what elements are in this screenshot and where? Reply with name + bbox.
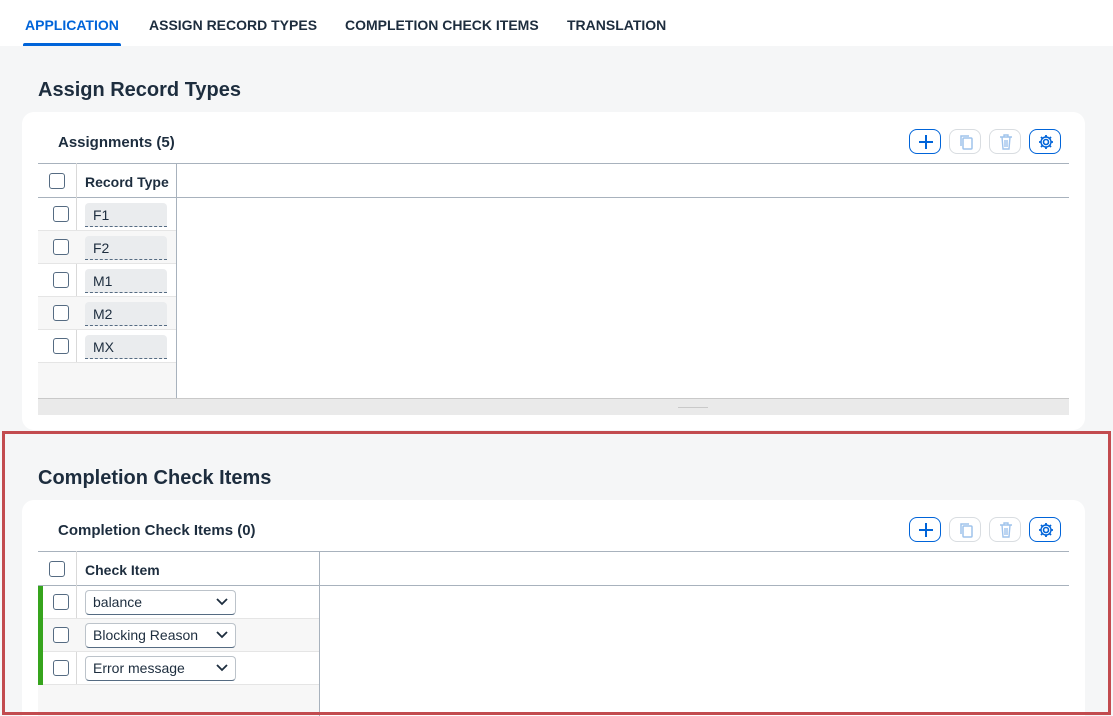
- table-row[interactable]: F2: [38, 231, 176, 264]
- scrollbar-grip[interactable]: [678, 407, 708, 408]
- new-row-marker: [38, 586, 43, 619]
- gear-icon: [1039, 523, 1053, 537]
- row-select-checkbox[interactable]: [53, 272, 69, 288]
- tab-translation[interactable]: TRANSLATION: [567, 0, 666, 46]
- copy-icon: [960, 135, 973, 150]
- trash-icon: [1000, 134, 1012, 150]
- table-row[interactable]: F1: [38, 198, 176, 231]
- record-type-value: M2: [85, 302, 167, 326]
- check-item-column-divider: [319, 551, 320, 716]
- add-check-item-button[interactable]: [909, 517, 941, 542]
- add-assignment-button[interactable]: [909, 129, 941, 154]
- check-item-value: Blocking Reason: [93, 627, 199, 643]
- horizontal-scrollbar[interactable]: [38, 398, 1069, 415]
- completion-check-items-title: Completion Check Items: [38, 467, 272, 489]
- completion-check-items-table: Check Item balance Blocking Reason Error: [38, 551, 1069, 716]
- record-type-column-divider: [176, 163, 177, 399]
- table-row[interactable]: M1: [38, 264, 176, 297]
- completion-check-items-card: Completion Check Items (0) Check Item ba…: [22, 500, 1085, 716]
- new-row-marker: [38, 652, 43, 685]
- assignments-table-title: Assignments (5): [58, 134, 175, 151]
- copy-check-item-button[interactable]: [949, 517, 981, 542]
- table-row[interactable]: Blocking Reason: [38, 619, 319, 652]
- record-type-column-header[interactable]: Record Type: [85, 174, 169, 190]
- record-type-value: MX: [85, 335, 167, 359]
- check-item-dropdown[interactable]: Blocking Reason: [85, 623, 236, 648]
- tab-application[interactable]: APPLICATION: [23, 0, 121, 46]
- row-select-checkbox[interactable]: [53, 594, 69, 610]
- completion-check-items-table-title: Completion Check Items (0): [58, 522, 256, 539]
- assignments-settings-button[interactable]: [1029, 129, 1061, 154]
- empty-table-row: [38, 363, 176, 398]
- plus-icon: [919, 135, 933, 149]
- row-select-checkbox[interactable]: [53, 305, 69, 321]
- chevron-down-icon: [216, 664, 228, 672]
- row-select-checkbox[interactable]: [53, 660, 69, 676]
- assignments-header-row: Record Type: [38, 163, 1069, 198]
- assignments-table: Record Type F1 F2 M1 M2 MX: [38, 163, 1069, 399]
- plus-icon: [919, 523, 933, 537]
- tab-completion-check-items[interactable]: COMPLETION CHECK ITEMS: [345, 0, 539, 46]
- table-row[interactable]: Error message: [38, 652, 319, 685]
- tab-assign-record-types[interactable]: ASSIGN RECORD TYPES: [149, 0, 317, 46]
- check-item-value: Error message: [93, 660, 185, 676]
- check-items-header-row: Check Item: [38, 551, 1069, 586]
- copy-assignment-button[interactable]: [949, 129, 981, 154]
- chevron-down-icon: [216, 598, 228, 606]
- check-item-dropdown[interactable]: Error message: [85, 656, 236, 681]
- assignments-card: Assignments (5) Record Type F1 F2 M1 M2 …: [22, 112, 1085, 430]
- row-select-checkbox[interactable]: [53, 338, 69, 354]
- copy-icon: [960, 523, 973, 538]
- record-type-value: F2: [85, 236, 167, 260]
- trash-icon: [1000, 522, 1012, 538]
- delete-assignment-button[interactable]: [989, 129, 1021, 154]
- table-row[interactable]: M2: [38, 297, 176, 330]
- check-item-column-header[interactable]: Check Item: [85, 562, 160, 578]
- delete-check-item-button[interactable]: [989, 517, 1021, 542]
- chevron-down-icon: [216, 631, 228, 639]
- row-select-checkbox[interactable]: [53, 627, 69, 643]
- check-items-settings-button[interactable]: [1029, 517, 1061, 542]
- check-item-value: balance: [93, 594, 143, 610]
- select-all-check-items-checkbox[interactable]: [49, 561, 65, 577]
- tab-bar: APPLICATION ASSIGN RECORD TYPES COMPLETI…: [0, 0, 1113, 46]
- assign-record-types-title: Assign Record Types: [38, 79, 242, 101]
- record-type-value: F1: [85, 203, 167, 227]
- check-item-dropdown[interactable]: balance: [85, 590, 236, 615]
- table-row[interactable]: MX: [38, 330, 176, 363]
- new-row-marker: [38, 619, 43, 652]
- row-select-checkbox[interactable]: [53, 206, 69, 222]
- record-type-value: M1: [85, 269, 167, 293]
- table-row[interactable]: balance: [38, 586, 319, 619]
- select-all-assignments-checkbox[interactable]: [49, 173, 65, 189]
- row-select-checkbox[interactable]: [53, 239, 69, 255]
- gear-icon: [1039, 135, 1053, 149]
- empty-table-row: [38, 685, 319, 716]
